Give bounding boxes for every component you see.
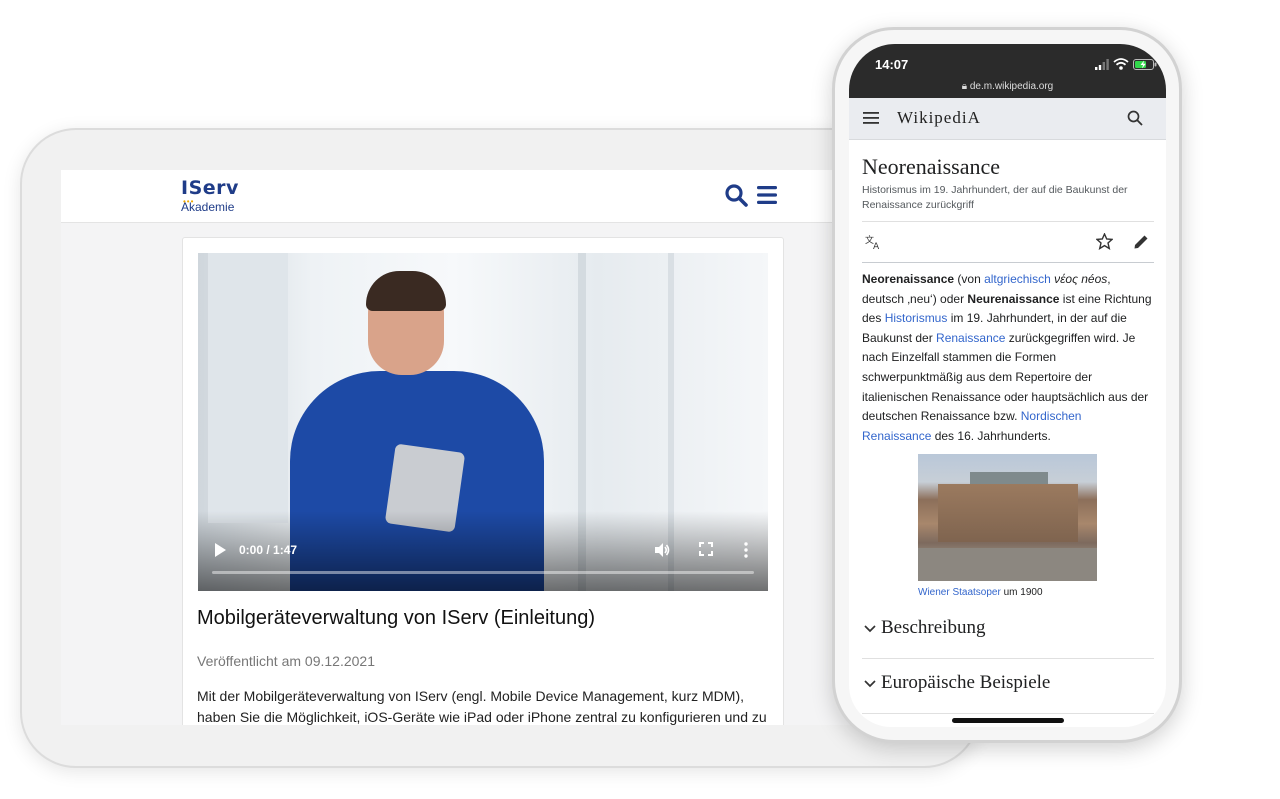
language-icon[interactable]: 文 A (865, 234, 882, 250)
image-caption: Wiener Staatsoper um 1900 (918, 587, 1043, 598)
caption-text: um 1900 (1000, 587, 1043, 598)
more-options-icon[interactable] (743, 542, 749, 558)
search-icon[interactable] (724, 183, 748, 207)
url-text: de.m.wikipedia.org (969, 81, 1054, 92)
bold-term: Neurenaissance (967, 291, 1060, 306)
section-heading: Europäische Beispiele (881, 672, 1051, 693)
phone-screen: 14:07 🔒︎ de.m.wikipedia.org WikipediA Ne… (849, 44, 1166, 727)
video-player[interactable]: 0:00 / 1:47 (198, 253, 768, 591)
page-title: Neorenaissance (862, 154, 1001, 179)
search-icon[interactable] (1127, 110, 1143, 126)
image-building-shape (938, 484, 1078, 542)
logo-wordmark: IServ (181, 177, 239, 199)
image-street-shape (918, 548, 1097, 581)
volume-icon[interactable] (654, 542, 670, 558)
svg-text:A: A (873, 242, 880, 250)
cellular-signal-icon (1095, 59, 1109, 70)
address-bar-url[interactable]: 🔒︎ de.m.wikipedia.org (849, 81, 1166, 92)
star-watch-icon[interactable] (1096, 233, 1113, 250)
status-bar: 14:07 🔒︎ de.m.wikipedia.org (849, 44, 1166, 98)
video-presenter-hair (366, 271, 446, 311)
section-heading: Beschreibung (881, 617, 986, 638)
play-icon[interactable] (214, 543, 226, 557)
intro-paragraph: Neorenaissance (von altgriechisch νέος n… (862, 270, 1154, 446)
hamburger-menu-icon[interactable] (863, 111, 879, 125)
logo-subtitle: Akademie (181, 200, 235, 214)
fullscreen-icon[interactable] (699, 542, 713, 556)
video-progress-bar[interactable] (212, 571, 754, 574)
battery-charging-icon (1133, 59, 1157, 70)
site-header: IServ ••• Akademie (61, 170, 871, 223)
caption-link[interactable]: Wiener Staatsoper (918, 587, 1001, 598)
page-description: Historismus im 19. Jahrhundert, der auf … (862, 184, 1128, 211)
article-date: Veröffentlicht am 09.12.2021 (197, 653, 375, 669)
text-run: des 16. Jahrhunderts. (931, 428, 1051, 443)
video-article-card: 0:00 / 1:47 Mobilgeräteverwaltung von IS… (182, 237, 784, 725)
section-europaeische-beispiele[interactable]: Europäische Beispiele (862, 661, 1154, 714)
page-actions-toolbar: 文 A (862, 221, 1154, 263)
wifi-icon (1113, 58, 1129, 70)
chevron-down-icon (864, 625, 876, 633)
bold-term: Neorenaissance (862, 272, 955, 286)
video-time: 0:00 / 1:47 (239, 543, 298, 557)
lock-icon: 🔒︎ (961, 81, 968, 92)
greek-term: νέος néos (1050, 272, 1108, 286)
wikipedia-logo[interactable]: WikipediA (897, 108, 981, 128)
video-window-frame (208, 253, 288, 523)
tablet-screen: IServ ••• Akademie 0:00 / 1:47 Mobilgerä… (61, 170, 871, 725)
article-text: Mit der Mobilgeräteverwaltung von IServ … (197, 688, 767, 725)
status-time: 14:07 (875, 57, 909, 72)
edit-pencil-icon[interactable] (1133, 233, 1150, 250)
link-altgriechisch[interactable]: altgriechisch (984, 272, 1051, 286)
hamburger-menu-icon[interactable] (755, 183, 779, 207)
section-beschreibung[interactable]: Beschreibung (862, 606, 1154, 659)
wikipedia-header: WikipediA (849, 98, 1166, 140)
home-indicator (952, 718, 1064, 723)
iserv-akademie-logo[interactable]: IServ ••• Akademie (181, 178, 241, 214)
text-run: (von (954, 272, 985, 286)
article-title: Mobilgeräteverwaltung von IServ (Einleit… (197, 607, 595, 629)
chevron-down-icon (864, 680, 876, 688)
article-image-opera-house[interactable] (918, 454, 1097, 581)
link-renaissance[interactable]: Renaissance (936, 331, 1005, 345)
link-historismus[interactable]: Historismus (885, 311, 948, 325)
